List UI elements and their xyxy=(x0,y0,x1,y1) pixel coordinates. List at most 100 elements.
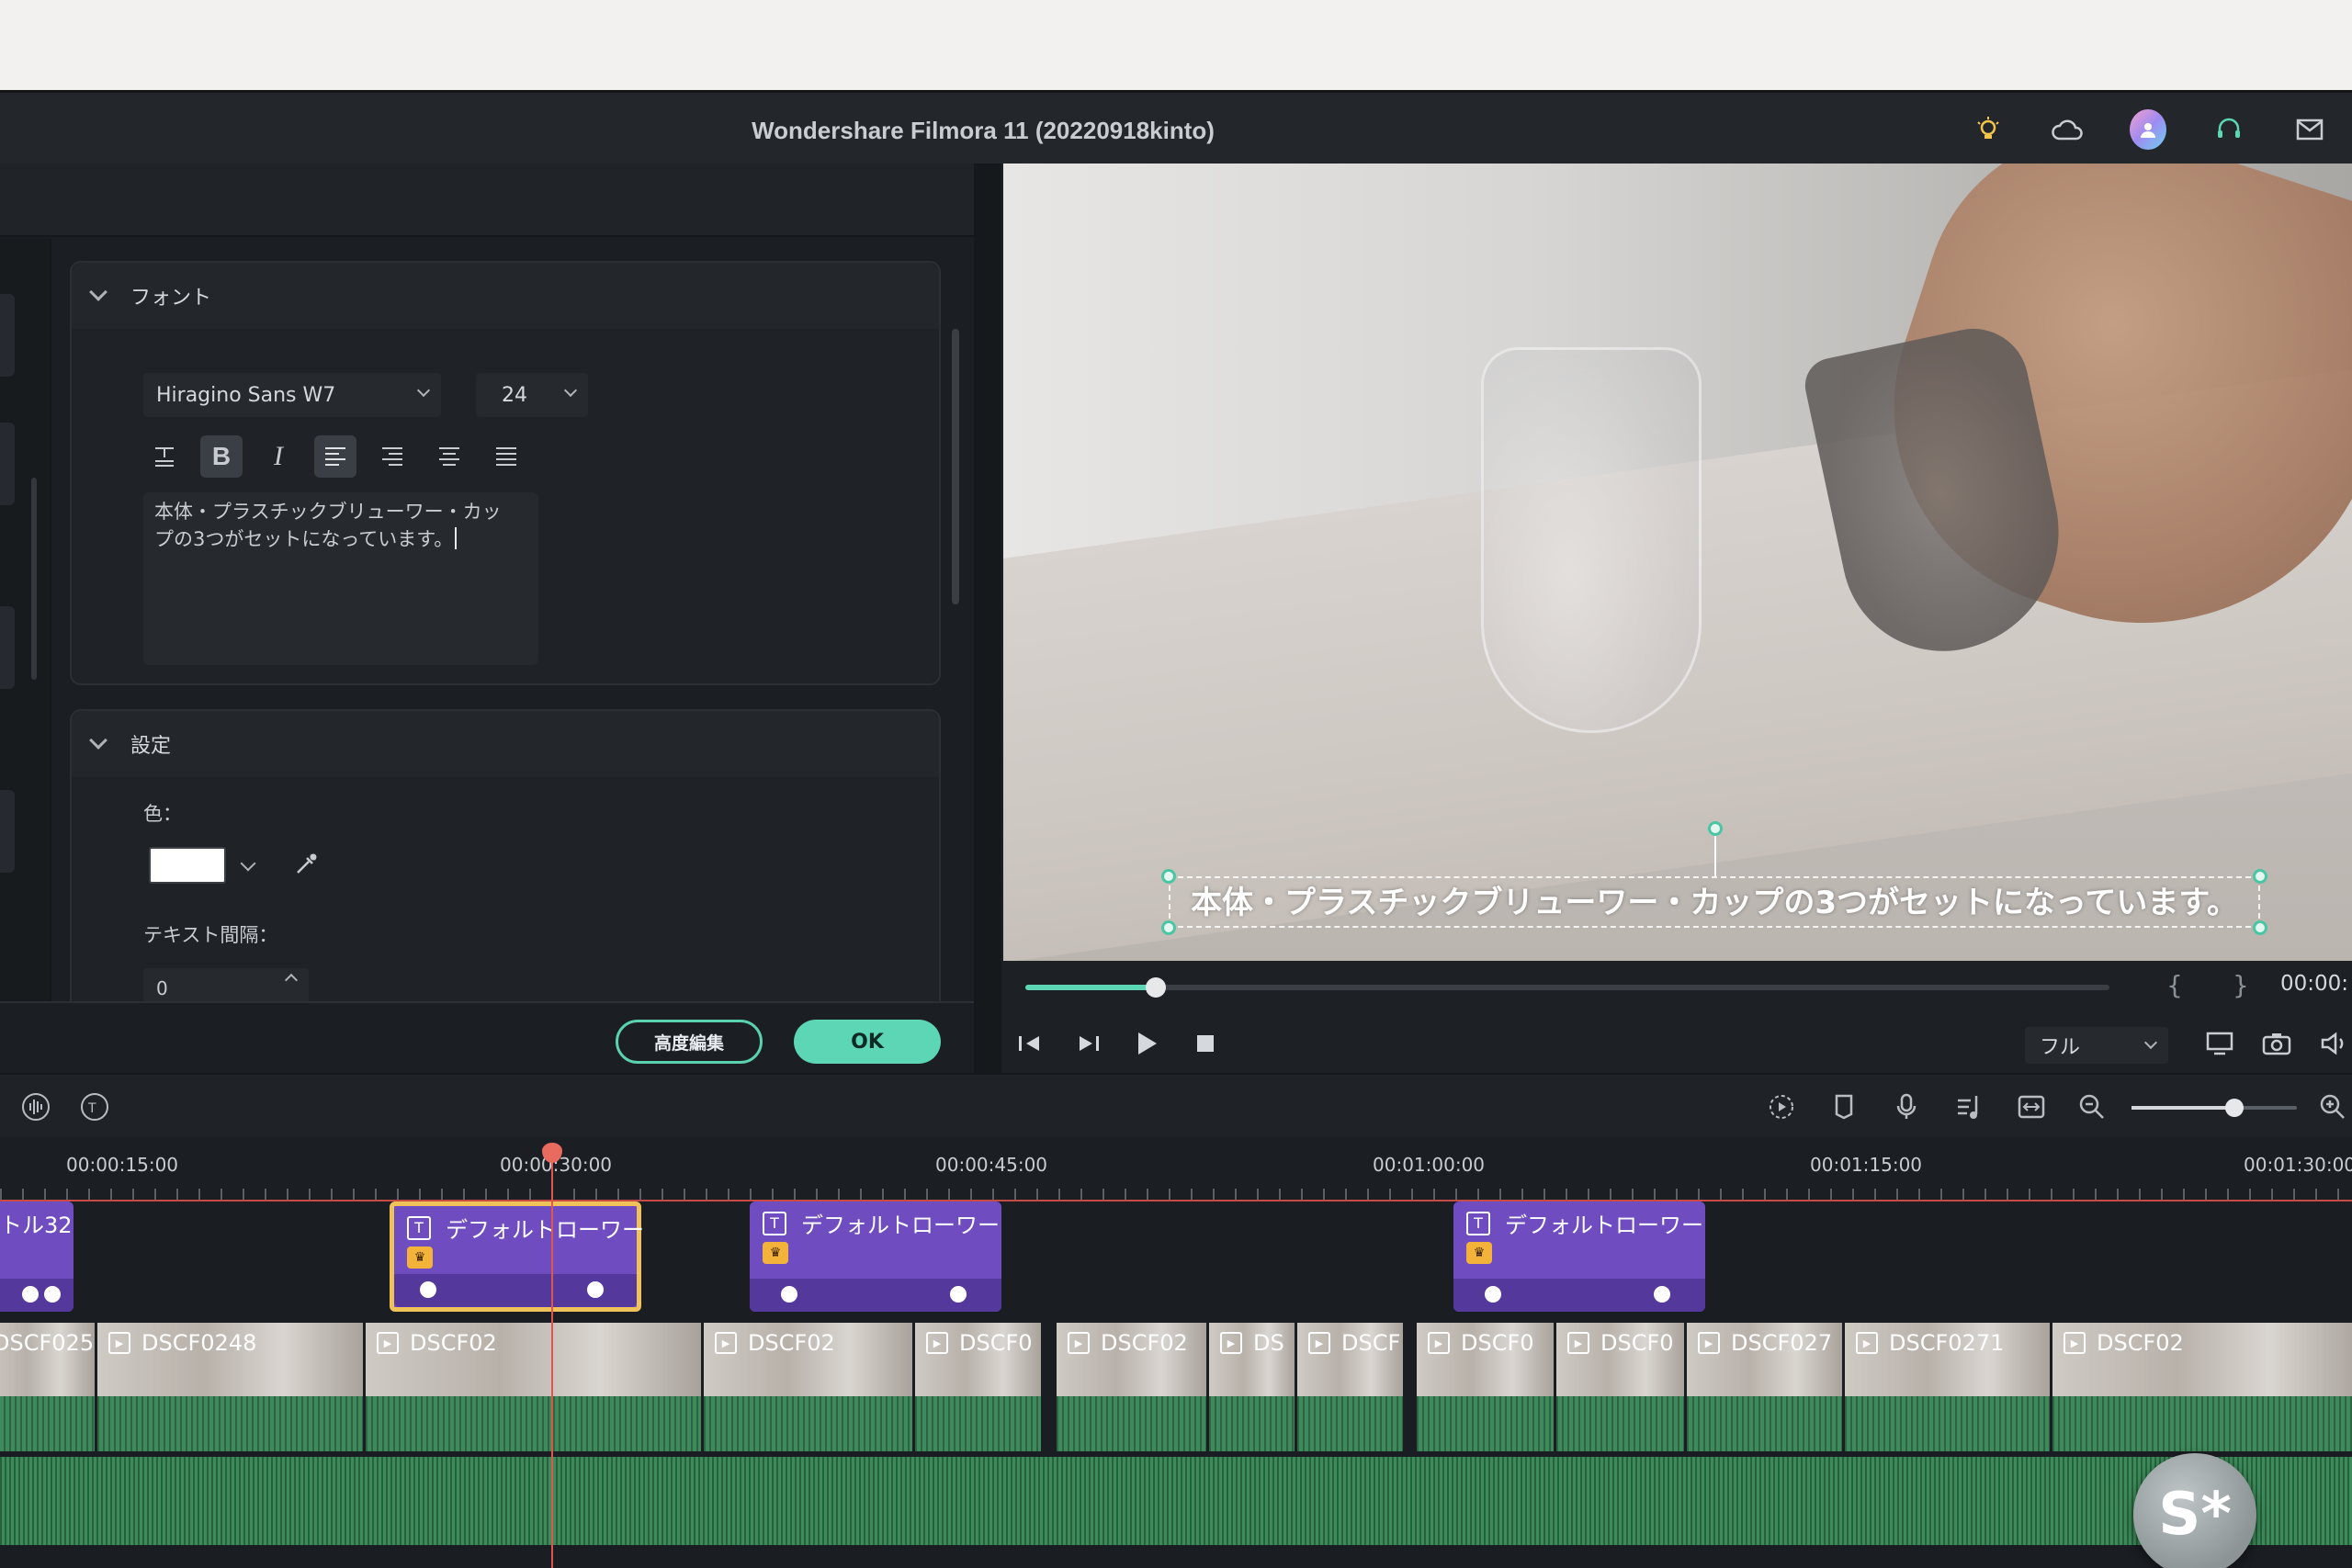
volume-icon[interactable] xyxy=(2315,1025,2352,1062)
video-clip[interactable]: ▶ DSCF xyxy=(1297,1323,1406,1451)
video-clip[interactable]: ▶ DSCF0 xyxy=(1417,1323,1556,1451)
eyedropper-icon[interactable] xyxy=(292,849,322,882)
mail-icon[interactable] xyxy=(2291,111,2328,148)
video-preview[interactable]: 本体・プラスチックブリューワー・カップの3つがセットになっています。 xyxy=(1003,164,2352,961)
rail-scrollbar[interactable] xyxy=(31,478,37,680)
scrubber-handle[interactable] xyxy=(1145,977,1166,998)
text-content-input[interactable]: 本体・プラスチックブリューワー・カッ プの3つがセットになっています。 xyxy=(143,492,538,665)
zoom-in-icon[interactable] xyxy=(2315,1089,2350,1124)
resize-handle[interactable] xyxy=(2253,920,2267,935)
microphone-icon[interactable] xyxy=(1889,1089,1924,1124)
video-icon: ▶ xyxy=(377,1332,399,1354)
mark-out-button[interactable]: } xyxy=(2233,970,2249,1000)
resize-handle[interactable] xyxy=(1161,920,1176,935)
text-clip[interactable]: T デフォルトローワー ♛ xyxy=(750,1201,1001,1312)
playhead[interactable] xyxy=(551,1145,553,1568)
chevron-up-icon[interactable] xyxy=(284,973,299,987)
video-clip[interactable]: ▶ DSCF02 xyxy=(704,1323,915,1451)
keyframe-dot[interactable] xyxy=(420,1281,436,1298)
advanced-edit-button[interactable]: 高度編集 xyxy=(616,1020,763,1064)
clip-title: DSCF0271 xyxy=(1889,1330,2005,1356)
clip-label: ▶ DSCF0271 xyxy=(1856,1330,2004,1356)
zoom-slider[interactable] xyxy=(2132,1099,2297,1117)
video-clip[interactable]: ▶ DS xyxy=(1209,1323,1297,1451)
assistant-badge[interactable]: S* xyxy=(2133,1453,2256,1568)
keyframe-dot[interactable] xyxy=(22,1286,39,1303)
preview-scrubber[interactable] xyxy=(1025,977,2109,998)
render-icon[interactable] xyxy=(1764,1089,1799,1124)
rail-tab[interactable] xyxy=(0,294,15,377)
mark-in-button[interactable]: { xyxy=(2166,970,2183,1000)
video-clip[interactable]: ▶ DSCF02 xyxy=(2052,1323,2352,1451)
audio-mixer-icon[interactable] xyxy=(1951,1089,1986,1124)
text-clip[interactable]: T デフォルトローワー ♛ xyxy=(1453,1201,1705,1312)
justify-button[interactable] xyxy=(485,435,527,478)
rail-tab[interactable] xyxy=(0,423,15,505)
rail-tab[interactable] xyxy=(0,790,15,873)
caption-bounding-box[interactable]: 本体・プラスチックブリューワー・カップの3つがセットになっています。 xyxy=(1169,876,2260,928)
keyframe-dot[interactable] xyxy=(44,1286,61,1303)
video-icon: ▶ xyxy=(1068,1332,1090,1354)
svg-text:T: T xyxy=(87,1101,96,1116)
pane-divider[interactable] xyxy=(974,164,1001,1073)
text-clip[interactable]: トル32 xyxy=(0,1201,74,1312)
font-section-header[interactable]: フォント xyxy=(72,263,939,329)
align-center-button[interactable] xyxy=(428,435,470,478)
keyframe-dot[interactable] xyxy=(950,1286,967,1303)
video-clip[interactable]: ▶ DSCF0271 xyxy=(1845,1323,2052,1451)
step-forward-icon[interactable] xyxy=(1069,1025,1106,1062)
text-clip-selected[interactable]: T デフォルトローワー ♛ xyxy=(390,1201,644,1312)
zoom-out-icon[interactable] xyxy=(2075,1089,2109,1124)
snapshot-icon[interactable] xyxy=(2258,1025,2295,1062)
lightbulb-icon[interactable] xyxy=(1970,111,2007,148)
rail-tab[interactable] xyxy=(0,606,15,689)
clip-keyframe-bar xyxy=(1453,1279,1705,1312)
bold-button[interactable]: B xyxy=(200,435,243,478)
audio-sync-icon[interactable] xyxy=(18,1089,53,1124)
video-clip[interactable]: ▶ DSCF0248 xyxy=(97,1323,366,1451)
video-clip[interactable]: ▶ DSCF02 xyxy=(1057,1323,1209,1451)
video-clip[interactable]: ▶ DSCF027 xyxy=(1687,1323,1845,1451)
align-left-button[interactable] xyxy=(314,435,356,478)
video-clip[interactable]: ▶ DSCF02 xyxy=(366,1323,704,1451)
clip-waveform xyxy=(1057,1396,1206,1451)
cloud-icon[interactable] xyxy=(2049,111,2086,148)
headset-icon[interactable] xyxy=(2211,111,2247,148)
video-clip[interactable]: ▶ DSCF0 xyxy=(1556,1323,1687,1451)
step-back-icon[interactable] xyxy=(1012,1025,1049,1062)
keyframe-dot[interactable] xyxy=(587,1281,604,1298)
keyframe-dot[interactable] xyxy=(1485,1286,1501,1303)
clip-label: T デフォルトローワー xyxy=(1466,1207,1703,1239)
zoom-slider-handle[interactable] xyxy=(2224,1099,2244,1117)
avatar[interactable] xyxy=(2130,109,2166,150)
preview-quality-dropdown[interactable]: フル xyxy=(2025,1027,2168,1064)
video-clip[interactable]: ▶ DSCF0 xyxy=(915,1323,1044,1451)
text-spacing-input[interactable]: 0 xyxy=(143,968,309,1005)
fit-timeline-icon[interactable] xyxy=(2014,1089,2049,1124)
video-clip[interactable]: DSCF0255 xyxy=(0,1323,97,1451)
rotate-handle[interactable] xyxy=(1708,821,1723,836)
keyframe-dot[interactable] xyxy=(781,1286,797,1303)
settings-section-header[interactable]: 設定 xyxy=(72,711,939,777)
font-size-dropdown[interactable]: 24 xyxy=(476,373,588,417)
panel-scrollbar[interactable] xyxy=(952,329,959,604)
text-direction-icon[interactable] xyxy=(143,435,186,478)
italic-button[interactable]: I xyxy=(257,435,300,478)
monitor-icon[interactable] xyxy=(2201,1025,2238,1062)
align-left-icon xyxy=(325,447,345,466)
timeline-ruler[interactable]: 00:00:15:00 00:00:30:00 00:00:45:00 00:0… xyxy=(0,1137,2352,1200)
music-track[interactable] xyxy=(0,1457,2352,1545)
font-family-dropdown[interactable]: Hiragino Sans W7 xyxy=(143,373,441,417)
chevron-down-icon[interactable] xyxy=(240,855,256,872)
stop-icon[interactable] xyxy=(1187,1025,1224,1062)
marker-icon[interactable] xyxy=(1826,1089,1861,1124)
auto-caption-icon[interactable]: T xyxy=(77,1089,112,1124)
resize-handle[interactable] xyxy=(1161,869,1176,884)
color-swatch[interactable] xyxy=(149,847,226,884)
panel-side-rail xyxy=(0,239,51,1001)
ok-button[interactable]: OK xyxy=(794,1020,941,1064)
play-icon[interactable] xyxy=(1128,1025,1165,1062)
keyframe-dot[interactable] xyxy=(1654,1286,1670,1303)
align-right-button[interactable] xyxy=(371,435,413,478)
resize-handle[interactable] xyxy=(2253,869,2267,884)
